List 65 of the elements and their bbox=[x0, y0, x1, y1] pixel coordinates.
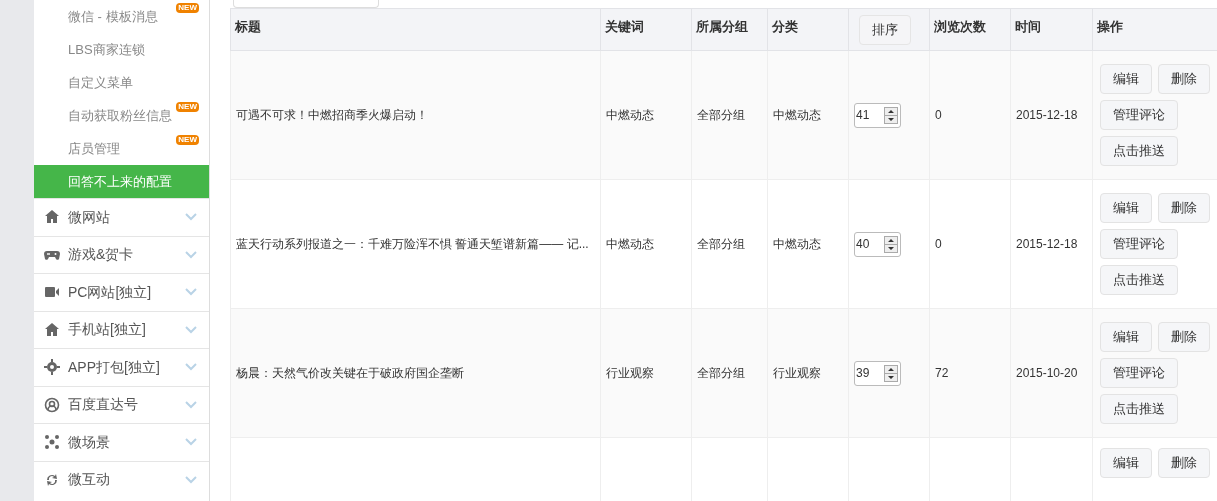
edit-button[interactable]: 编辑 bbox=[1100, 448, 1152, 478]
edit-button[interactable]: 编辑 bbox=[1100, 322, 1152, 352]
date-cell: 2015-12-18 bbox=[1010, 179, 1093, 309]
manage-comments-button[interactable]: 管理评论 bbox=[1100, 358, 1178, 388]
delete-button[interactable]: 删除 bbox=[1158, 193, 1210, 223]
submenu-item[interactable]: 微信 - 模板消息 NEW bbox=[34, 0, 209, 33]
order-spinner[interactable]: 40 bbox=[854, 231, 901, 257]
keyword-cell: 中燃动态 bbox=[600, 179, 692, 309]
new-badge: NEW bbox=[176, 102, 199, 112]
submenu-item[interactable]: LBS商家连锁 bbox=[34, 33, 209, 66]
push-button[interactable]: 点击推送 bbox=[1100, 394, 1178, 424]
column-header: 关键词 bbox=[600, 8, 692, 51]
sort-button[interactable]: 排序 bbox=[859, 15, 911, 45]
category-cell: 中燃动态 bbox=[767, 179, 849, 309]
submenu-item[interactable]: 店员管理 NEW bbox=[34, 132, 209, 165]
title-cell: 杨晨：天然气价改关键在于破政府国企垄断 bbox=[230, 308, 601, 438]
sidebar-menu-item[interactable]: 百度直达号 bbox=[34, 385, 209, 423]
category-cell: 行业观察 bbox=[767, 308, 849, 438]
delete-button[interactable]: 删除 bbox=[1158, 448, 1210, 478]
edit-button[interactable]: 编辑 bbox=[1100, 64, 1152, 94]
manage-comments-button[interactable]: 管理评论 bbox=[1100, 229, 1178, 259]
push-button[interactable]: 点击推送 bbox=[1100, 136, 1178, 166]
menu-icon bbox=[44, 359, 60, 376]
group-cell: 全部分组 bbox=[691, 50, 768, 180]
column-header: 分类 bbox=[767, 8, 849, 51]
views-cell: 0 bbox=[929, 50, 1011, 180]
keyword-cell: 行业观察 bbox=[600, 308, 692, 438]
column-header: 时间 bbox=[1010, 8, 1093, 51]
delete-button[interactable]: 删除 bbox=[1158, 64, 1210, 94]
menu-icon bbox=[44, 209, 60, 226]
sidebar-menu-item[interactable]: 手机站[独立] bbox=[34, 310, 209, 348]
views-cell: 0 bbox=[929, 179, 1011, 309]
order-spinner[interactable]: 41 bbox=[854, 102, 901, 128]
sidebar-menu-item[interactable]: 微场景 bbox=[34, 423, 209, 461]
sidebar-menu-item[interactable]: 微网站 bbox=[34, 198, 209, 236]
date-cell: 2015-12-18 bbox=[1010, 50, 1093, 180]
new-badge: NEW bbox=[176, 3, 199, 13]
column-header: 标题 bbox=[230, 8, 601, 51]
date-cell: 2015-10-20 bbox=[1010, 308, 1093, 438]
menu-icon bbox=[44, 396, 60, 413]
title-cell: 蓝天行动系列报道之一：千难万险浑不惧 誓通天堑谱新篇—— 记... bbox=[230, 179, 601, 309]
column-header: 所属分组 bbox=[691, 8, 768, 51]
views-cell: 72 bbox=[929, 308, 1011, 438]
column-header: 操作 bbox=[1092, 8, 1217, 51]
new-badge: NEW bbox=[176, 135, 199, 145]
manage-comments-button[interactable]: 管理评论 bbox=[1100, 100, 1178, 130]
group-cell: 全部分组 bbox=[691, 179, 768, 309]
title-cell: 可遇不可求！中燃招商季火爆启动！ bbox=[230, 50, 601, 180]
sidebar-menu-item[interactable]: 微互动 bbox=[34, 460, 209, 498]
category-cell: 中燃动态 bbox=[767, 50, 849, 180]
delete-button[interactable]: 删除 bbox=[1158, 322, 1210, 352]
search-field[interactable] bbox=[233, 0, 379, 8]
group-cell: 全部分组 bbox=[691, 308, 768, 438]
menu-icon bbox=[44, 321, 60, 338]
keyword-cell: 中燃动态 bbox=[600, 50, 692, 180]
order-spinner[interactable]: 39 bbox=[854, 360, 901, 386]
column-header: 浏览次数 bbox=[929, 8, 1011, 51]
sidebar-menu-item[interactable]: 游戏&贺卡 bbox=[34, 235, 209, 273]
sidebar-menu-item[interactable]: APP打包[独立] bbox=[34, 348, 209, 386]
submenu-item[interactable]: 自定义菜单 bbox=[34, 66, 209, 99]
submenu-item[interactable]: 自动获取粉丝信息 NEW bbox=[34, 99, 209, 132]
menu-icon bbox=[44, 434, 60, 451]
push-button[interactable]: 点击推送 bbox=[1100, 265, 1178, 295]
sidebar-menu-item[interactable]: PC网站[独立] bbox=[34, 273, 209, 311]
edit-button[interactable]: 编辑 bbox=[1100, 193, 1152, 223]
